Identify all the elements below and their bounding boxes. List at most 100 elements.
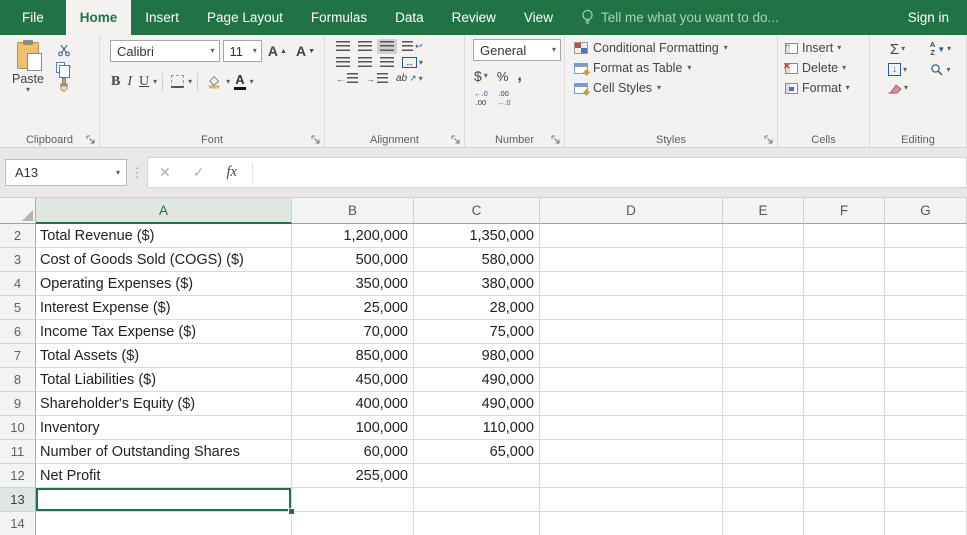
cell-C10[interactable]: 110,000 [414, 416, 540, 440]
format-as-table-button[interactable]: Format as Table ▾ [567, 58, 775, 78]
comma-style-button[interactable]: , [514, 68, 524, 83]
cell-B11[interactable]: 60,000 [292, 440, 414, 464]
font-color-caret[interactable]: ▾ [250, 77, 254, 86]
align-center-button[interactable] [355, 55, 375, 70]
name-box[interactable]: A13 ▾ [5, 159, 127, 186]
cell-C2[interactable]: 1,350,000 [414, 224, 540, 248]
cell-E5[interactable] [723, 296, 804, 320]
find-select-button[interactable]: ▾ [919, 61, 962, 79]
row-header-12[interactable]: 12 [0, 464, 36, 488]
cell-D2[interactable] [540, 224, 723, 248]
cell-D8[interactable] [540, 368, 723, 392]
cell-D4[interactable] [540, 272, 723, 296]
cell-E12[interactable] [723, 464, 804, 488]
cell-B3[interactable]: 500,000 [292, 248, 414, 272]
cut-button[interactable] [53, 41, 74, 59]
merge-center-button[interactable]: ↔ ▾ [399, 55, 426, 70]
formula-input[interactable] [257, 158, 966, 187]
column-header-G[interactable]: G [885, 198, 967, 224]
column-header-F[interactable]: F [804, 198, 885, 224]
cell-G12[interactable] [885, 464, 967, 488]
number-format-combo[interactable]: General ▾ [473, 39, 561, 61]
row-header-7[interactable]: 7 [0, 344, 36, 368]
formula-bar-handle[interactable]: ⋮ [127, 165, 147, 181]
font-dialog-launcher[interactable] [311, 135, 321, 145]
cell-F9[interactable] [804, 392, 885, 416]
conditional-formatting-button[interactable]: Conditional Formatting ▾ [567, 38, 775, 58]
cell-D12[interactable] [540, 464, 723, 488]
column-header-A[interactable]: A [36, 198, 292, 224]
cell-F4[interactable] [804, 272, 885, 296]
cell-D7[interactable] [540, 344, 723, 368]
cell-A6[interactable]: Income Tax Expense ($) [36, 320, 292, 344]
tab-page-layout[interactable]: Page Layout [193, 0, 297, 35]
cell-A5[interactable]: Interest Expense ($) [36, 296, 292, 320]
cell-A4[interactable]: Operating Expenses ($) [36, 272, 292, 296]
cell-D3[interactable] [540, 248, 723, 272]
cell-F7[interactable] [804, 344, 885, 368]
italic-button[interactable]: I [124, 72, 135, 92]
shrink-font-button[interactable]: A ▼ [293, 41, 318, 61]
clipboard-dialog-launcher[interactable] [86, 135, 96, 145]
cell-C4[interactable]: 380,000 [414, 272, 540, 296]
cell-F13[interactable] [804, 488, 885, 512]
cell-B10[interactable]: 100,000 [292, 416, 414, 440]
cell-E14[interactable] [723, 512, 804, 535]
decrease-indent-button[interactable]: ← [333, 71, 361, 86]
cell-C6[interactable]: 75,000 [414, 320, 540, 344]
cell-B14[interactable] [292, 512, 414, 535]
tab-review[interactable]: Review [438, 0, 510, 35]
cell-F2[interactable] [804, 224, 885, 248]
cell-C13[interactable] [414, 488, 540, 512]
cell-E8[interactable] [723, 368, 804, 392]
paste-button[interactable]: Paste ▾ [6, 40, 50, 96]
cell-G4[interactable] [885, 272, 967, 296]
cell-F8[interactable] [804, 368, 885, 392]
insert-cells-button[interactable]: Insert ▾ [780, 38, 867, 58]
cell-C7[interactable]: 980,000 [414, 344, 540, 368]
row-header-11[interactable]: 11 [0, 440, 36, 464]
cell-B12[interactable]: 255,000 [292, 464, 414, 488]
cell-C9[interactable]: 490,000 [414, 392, 540, 416]
cell-C3[interactable]: 580,000 [414, 248, 540, 272]
autosum-button[interactable]: Σ ▾ [876, 39, 919, 60]
row-header-10[interactable]: 10 [0, 416, 36, 440]
cell-A10[interactable]: Inventory [36, 416, 292, 440]
cell-G7[interactable] [885, 344, 967, 368]
fill-color-caret[interactable]: ▾ [226, 77, 230, 86]
cell-G14[interactable] [885, 512, 967, 535]
column-header-D[interactable]: D [540, 198, 723, 224]
cell-E2[interactable] [723, 224, 804, 248]
borders-button[interactable] [168, 73, 187, 90]
cell-G5[interactable] [885, 296, 967, 320]
cell-F10[interactable] [804, 416, 885, 440]
cell-B9[interactable]: 400,000 [292, 392, 414, 416]
cell-C11[interactable]: 65,000 [414, 440, 540, 464]
cell-C12[interactable] [414, 464, 540, 488]
tab-formulas[interactable]: Formulas [297, 0, 381, 35]
format-painter-button[interactable] [53, 76, 74, 94]
tab-home[interactable]: Home [65, 0, 132, 35]
underline-caret[interactable]: ▾ [153, 77, 157, 86]
copy-button[interactable]: ▾ [53, 60, 74, 78]
number-dialog-launcher[interactable] [551, 135, 561, 145]
row-header-13[interactable]: 13 [0, 488, 36, 512]
tab-file[interactable]: File [0, 0, 66, 35]
underline-button[interactable]: U [136, 72, 152, 92]
cell-F3[interactable] [804, 248, 885, 272]
row-header-5[interactable]: 5 [0, 296, 36, 320]
cell-E3[interactable] [723, 248, 804, 272]
fill-handle[interactable] [288, 508, 295, 515]
cell-B4[interactable]: 350,000 [292, 272, 414, 296]
bold-button[interactable]: B [108, 72, 123, 92]
cell-F5[interactable] [804, 296, 885, 320]
cell-E7[interactable] [723, 344, 804, 368]
cell-D9[interactable] [540, 392, 723, 416]
cell-D6[interactable] [540, 320, 723, 344]
cell-G3[interactable] [885, 248, 967, 272]
font-name-combo[interactable]: Calibri ▾ [110, 40, 220, 62]
cell-F12[interactable] [804, 464, 885, 488]
row-header-6[interactable]: 6 [0, 320, 36, 344]
decrease-decimal-button[interactable]: .00 →.0 [494, 88, 514, 109]
cell-D13[interactable] [540, 488, 723, 512]
